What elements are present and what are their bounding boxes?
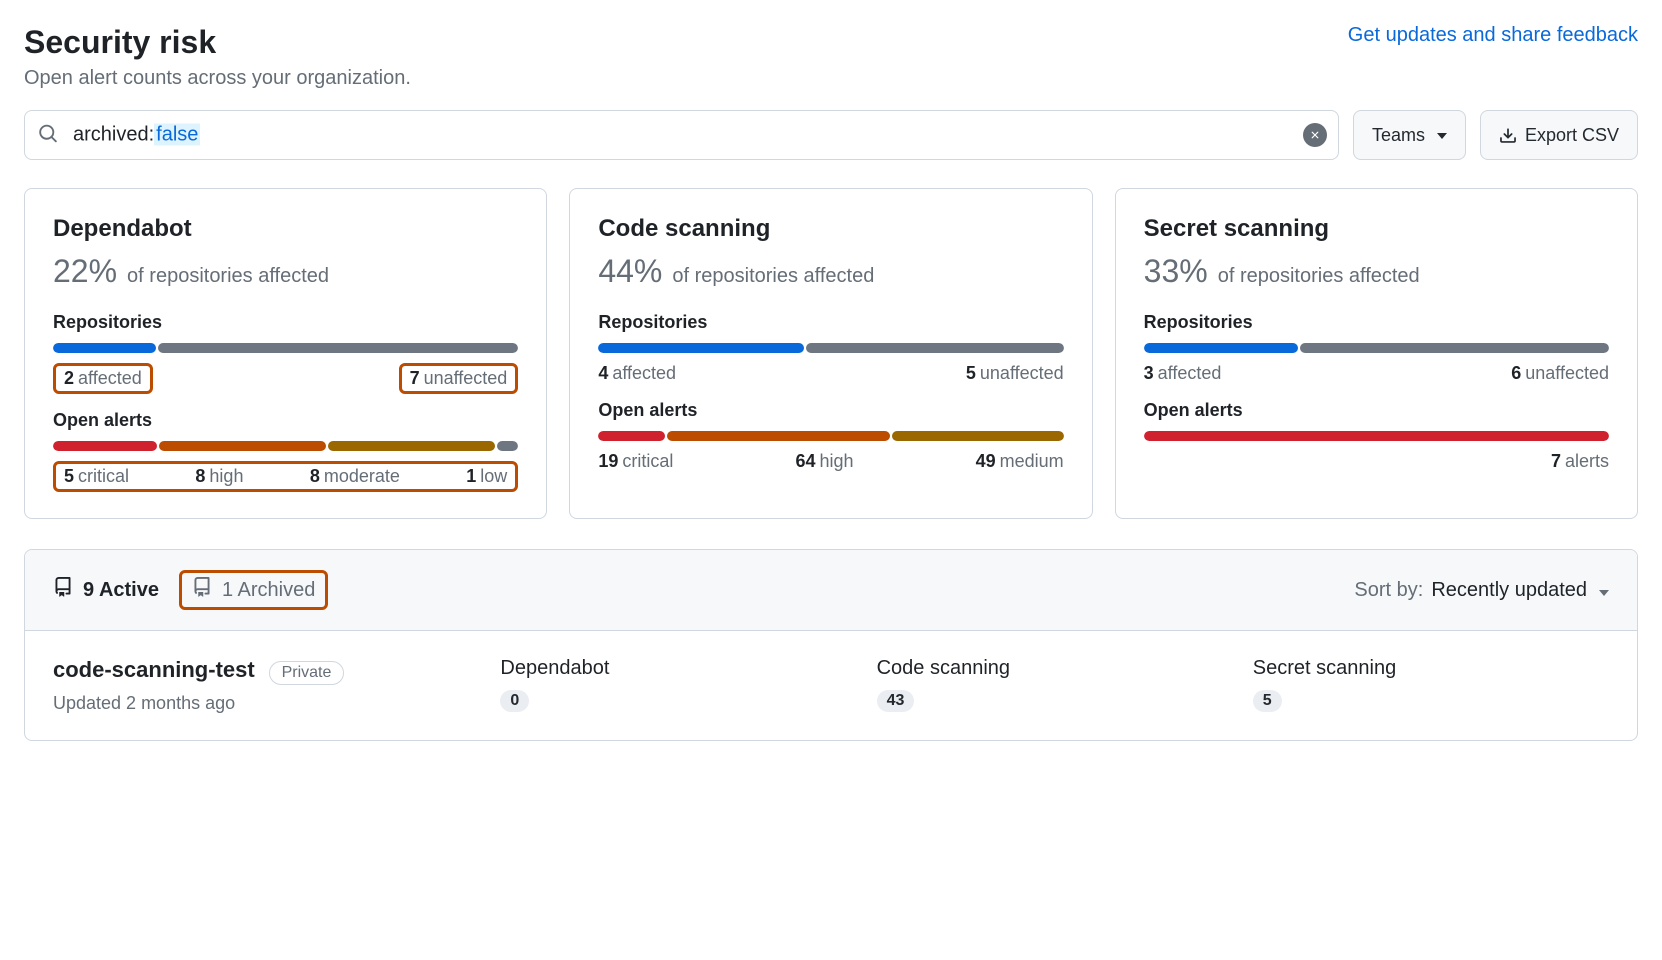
unaffected-stat-highlight[interactable]: 7unaffected xyxy=(399,363,519,394)
page-subtitle: Open alert counts across your organizati… xyxy=(24,67,1638,90)
card-dependabot: Dependabot 22% of repositories affected … xyxy=(24,188,547,519)
severity-stat[interactable]: 49medium xyxy=(976,451,1064,472)
search-field-wrap: archived:false xyxy=(24,110,1339,160)
page-title: Security risk xyxy=(24,24,216,61)
tab-archived-highlight: 1 Archived xyxy=(179,570,328,610)
severity-stat[interactable]: 64high xyxy=(795,451,853,472)
repo-icon xyxy=(53,577,73,603)
caret-down-icon xyxy=(1437,125,1447,146)
repo-name[interactable]: code-scanning-test xyxy=(53,657,255,682)
unaffected-stat[interactable]: 6unaffected xyxy=(1511,363,1609,384)
card-percent: 22% xyxy=(53,253,117,290)
alerts-stat[interactable]: 7alerts xyxy=(1551,451,1609,472)
visibility-badge: Private xyxy=(269,661,345,685)
severity-stat[interactable]: 19critical xyxy=(598,451,673,472)
repositories-label: Repositories xyxy=(1144,312,1609,333)
card-percent-label: of repositories affected xyxy=(127,265,329,288)
card-title: Dependabot xyxy=(53,215,518,243)
count-badge: 43 xyxy=(877,690,915,712)
repositories-label: Repositories xyxy=(53,312,518,333)
severity-stats-highlight[interactable]: 5critical 8high 8moderate 1low xyxy=(53,461,518,492)
tab-archived[interactable]: 1 Archived xyxy=(192,577,315,603)
tab-active[interactable]: 9 Active xyxy=(53,577,159,603)
table-row[interactable]: code-scanning-test Private Updated 2 mon… xyxy=(25,631,1637,740)
open-alerts-bar xyxy=(53,441,518,451)
search-input[interactable] xyxy=(24,110,1339,160)
feedback-link[interactable]: Get updates and share feedback xyxy=(1348,24,1638,47)
card-title: Code scanning xyxy=(598,215,1063,243)
export-csv-button[interactable]: Export CSV xyxy=(1480,110,1638,160)
caret-down-icon xyxy=(1599,579,1609,602)
card-percent: 33% xyxy=(1144,253,1208,290)
open-alerts-label: Open alerts xyxy=(1144,400,1609,421)
repositories-bar xyxy=(598,343,1063,353)
card-percent-label: of repositories affected xyxy=(672,265,874,288)
repositories-label: Repositories xyxy=(598,312,1063,333)
open-alerts-label: Open alerts xyxy=(53,410,518,431)
teams-dropdown[interactable]: Teams xyxy=(1353,110,1466,160)
card-percent-label: of repositories affected xyxy=(1218,265,1420,288)
count-badge: 5 xyxy=(1253,690,1282,712)
open-alerts-label: Open alerts xyxy=(598,400,1063,421)
repository-table: 9 Active 1 Archived Sort by: Recently up… xyxy=(24,549,1638,741)
count-badge: 0 xyxy=(500,690,529,712)
col-code-scanning: Code scanning 43 xyxy=(877,657,1233,712)
open-alerts-bar xyxy=(1144,431,1609,441)
repositories-bar xyxy=(53,343,518,353)
affected-stat-highlight[interactable]: 2affected xyxy=(53,363,153,394)
clear-search-icon[interactable] xyxy=(1303,123,1327,147)
col-dependabot: Dependabot 0 xyxy=(500,657,856,712)
download-icon xyxy=(1499,125,1517,146)
col-secret-scanning: Secret scanning 5 xyxy=(1253,657,1609,712)
open-alerts-bar xyxy=(598,431,1063,441)
card-title: Secret scanning xyxy=(1144,215,1609,243)
card-code-scanning: Code scanning 44% of repositories affect… xyxy=(569,188,1092,519)
repo-updated: Updated 2 months ago xyxy=(53,693,480,714)
search-icon xyxy=(38,124,58,147)
sort-dropdown[interactable]: Sort by: Recently updated xyxy=(1354,579,1609,602)
card-secret-scanning: Secret scanning 33% of repositories affe… xyxy=(1115,188,1638,519)
card-percent: 44% xyxy=(598,253,662,290)
repo-icon xyxy=(192,577,212,603)
affected-stat[interactable]: 4affected xyxy=(598,363,676,384)
unaffected-stat[interactable]: 5unaffected xyxy=(966,363,1064,384)
affected-stat[interactable]: 3affected xyxy=(1144,363,1222,384)
repositories-bar xyxy=(1144,343,1609,353)
